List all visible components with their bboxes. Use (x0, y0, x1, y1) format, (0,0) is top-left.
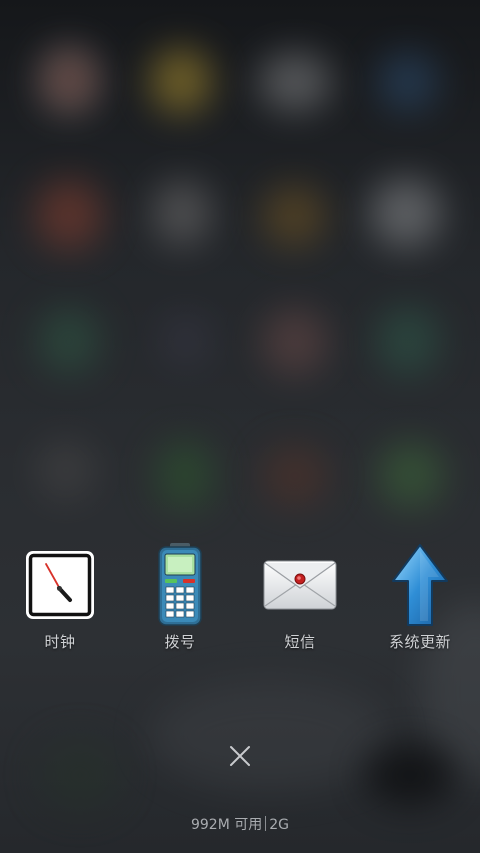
memory-separator (265, 816, 267, 831)
memory-total: 2G (269, 817, 290, 833)
recent-app-label: 短信 (284, 633, 316, 651)
recent-app-clock[interactable]: 时钟 (0, 545, 120, 660)
recent-app-label: 系统更新 (388, 633, 451, 651)
recent-apps-list: 时钟 拨号 短信 系统更新 (0, 543, 480, 660)
recent-app-label: 拨号 (164, 633, 196, 651)
phone-dialer-icon (142, 543, 218, 626)
recent-app-dialer[interactable]: 拨号 (120, 543, 240, 660)
recent-app-label: 时钟 (44, 633, 76, 651)
memory-available: 992M 可用 (190, 817, 263, 833)
clock-icon (22, 545, 98, 625)
clear-recent-button[interactable] (222, 740, 258, 776)
recent-app-system-update[interactable]: 系统更新 (360, 544, 480, 660)
blurred-home-background (0, 0, 480, 853)
up-arrow-icon (382, 544, 458, 626)
recent-tasks-screen: 时钟 拨号 短信 系统更新 992M 可用 2G (0, 0, 480, 853)
recent-app-messages[interactable]: 短信 (240, 545, 360, 660)
envelope-icon (262, 545, 338, 625)
memory-status: 992M 可用 2G (0, 815, 480, 835)
close-icon (229, 745, 251, 771)
